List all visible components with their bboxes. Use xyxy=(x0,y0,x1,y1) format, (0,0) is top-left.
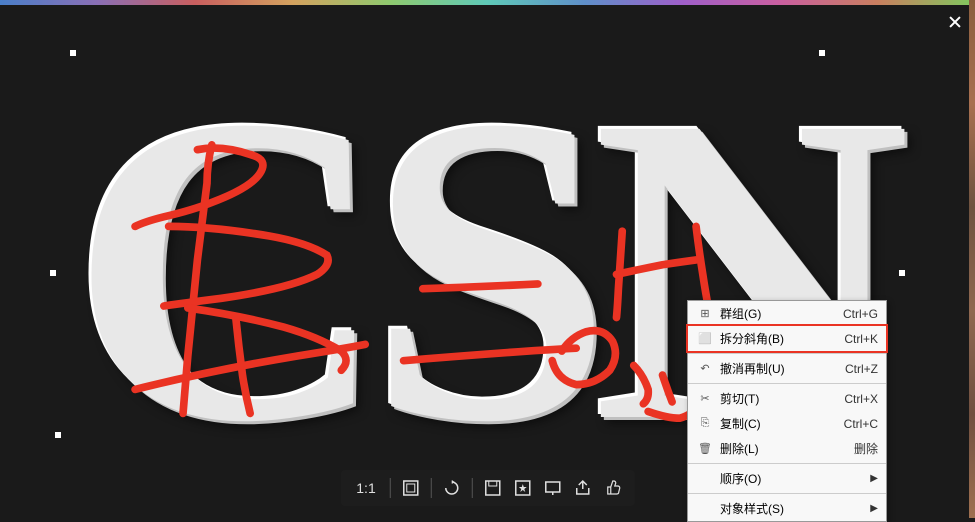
menu-label: 对象样式(S) xyxy=(720,500,870,517)
selection-handle-tl[interactable] xyxy=(70,50,76,56)
selection-handle-ml[interactable] xyxy=(50,270,56,276)
menu-shortcut: 删除 xyxy=(854,440,878,457)
undo-icon: ↶ xyxy=(696,361,714,377)
rotate-button[interactable] xyxy=(438,474,466,502)
favorite-button[interactable] xyxy=(509,474,537,502)
menu-separator xyxy=(688,493,886,494)
menu-separator xyxy=(688,463,886,464)
selection-handle-tr[interactable] xyxy=(819,50,825,56)
submenu-arrow-icon: ▶ xyxy=(870,473,878,484)
menu-shortcut: Ctrl+Z xyxy=(845,362,878,376)
menu-item-undo-duplicate[interactable]: ↶ 撤消再制(U) Ctrl+Z xyxy=(688,356,886,381)
menu-label: 复制(C) xyxy=(720,415,824,432)
cut-icon: ✂ xyxy=(696,391,714,407)
selection-handle-mr[interactable] xyxy=(899,270,905,276)
fit-screen-button[interactable] xyxy=(397,474,425,502)
zoom-label[interactable]: 1:1 xyxy=(348,480,383,496)
share-button[interactable] xyxy=(569,474,597,502)
copy-icon: ⎘ xyxy=(696,416,714,432)
toolbar-divider xyxy=(431,478,432,498)
right-edge-strip xyxy=(969,0,975,518)
toolbar-divider xyxy=(472,478,473,498)
menu-item-copy[interactable]: ⎘ 复制(C) Ctrl+C xyxy=(688,411,886,436)
menu-shortcut: Ctrl+X xyxy=(844,392,878,406)
menu-item-delete[interactable]: 🗑 删除(L) 删除 xyxy=(688,436,886,461)
menu-item-cut[interactable]: ✂ 剪切(T) Ctrl+X xyxy=(688,386,886,411)
menu-item-group[interactable]: ⊞ 群组(G) Ctrl+G xyxy=(688,301,886,326)
delete-icon: 🗑 xyxy=(696,441,714,457)
break-icon: ⬜ xyxy=(696,331,714,347)
menu-separator xyxy=(688,353,886,354)
menu-label: 剪切(T) xyxy=(720,390,824,407)
menu-label: 删除(L) xyxy=(720,440,834,457)
menu-label: 顺序(O) xyxy=(720,470,870,487)
menu-separator xyxy=(688,383,886,384)
close-button[interactable] xyxy=(945,12,965,32)
blank-icon xyxy=(696,501,714,517)
context-menu: ⊞ 群组(G) Ctrl+G ⬜ 拆分斜角(B) Ctrl+K ↶ 撤消再制(U… xyxy=(687,300,887,522)
selection-handle-bl[interactable] xyxy=(55,432,61,438)
like-button[interactable] xyxy=(599,474,627,502)
group-icon: ⊞ xyxy=(696,306,714,322)
viewer-toolbar: 1:1 xyxy=(340,470,634,506)
toolbar-divider xyxy=(390,478,391,498)
menu-item-object-style[interactable]: 对象样式(S) ▶ xyxy=(688,496,886,521)
blank-icon xyxy=(696,471,714,487)
save-button[interactable] xyxy=(479,474,507,502)
menu-shortcut: Ctrl+C xyxy=(844,417,878,431)
menu-shortcut: Ctrl+G xyxy=(843,307,878,321)
menu-shortcut: Ctrl+K xyxy=(844,332,878,346)
menu-item-order[interactable]: 顺序(O) ▶ xyxy=(688,466,886,491)
menu-label: 撤消再制(U) xyxy=(720,360,825,377)
window-color-strip xyxy=(0,0,975,5)
menu-label: 群组(G) xyxy=(720,305,823,322)
menu-label: 拆分斜角(B) xyxy=(720,330,824,347)
slideshow-button[interactable] xyxy=(539,474,567,502)
submenu-arrow-icon: ▶ xyxy=(870,503,878,514)
menu-item-break-bevel[interactable]: ⬜ 拆分斜角(B) Ctrl+K xyxy=(686,324,888,353)
